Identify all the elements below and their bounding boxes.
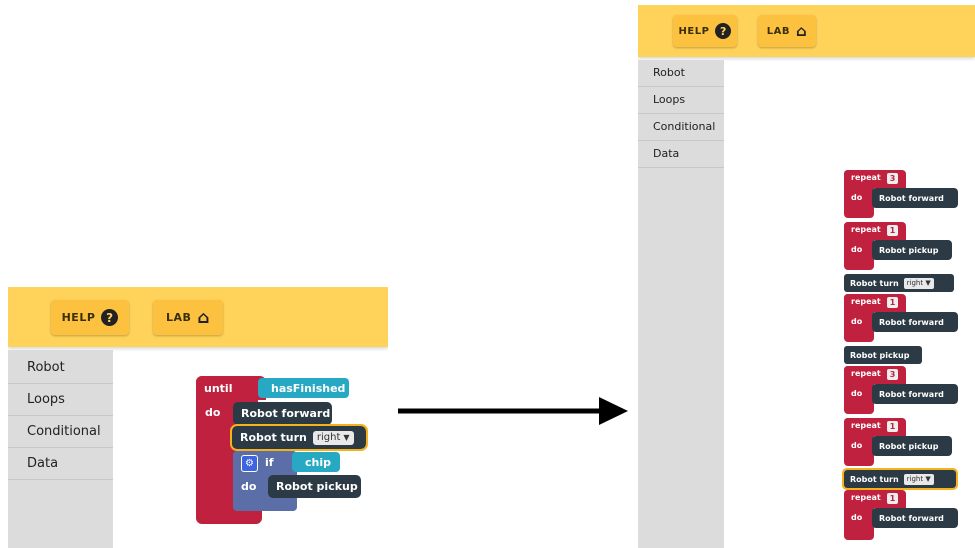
robot-turn-block[interactable]: Robot turn right ▼ <box>842 468 958 490</box>
do-label: do <box>851 513 863 522</box>
repeat-label: repeat <box>851 493 881 502</box>
sidebar-item-loops[interactable]: Loops <box>8 384 113 416</box>
help-button[interactable]: HELP ? <box>51 300 129 335</box>
robot-forward-block[interactable]: Robot forward <box>872 384 958 404</box>
block-label: Robot forward <box>241 407 331 420</box>
repeat-label: repeat <box>851 421 881 430</box>
do-label: do <box>205 406 221 419</box>
repeat-count-field[interactable]: 3 <box>887 369 898 380</box>
question-icon: ? <box>715 23 732 39</box>
chip-condition[interactable]: chip <box>292 452 340 472</box>
help-label: HELP <box>61 311 96 324</box>
sidebar-item-label: Robot <box>27 360 65 375</box>
robot-pickup-block[interactable]: Robot pickup <box>844 346 922 364</box>
robot-forward-block[interactable]: Robot forward <box>872 188 958 208</box>
do-label: do <box>851 389 863 398</box>
sidebar-item-data[interactable]: Data <box>638 141 724 168</box>
repeat-count-field[interactable]: 1 <box>887 421 898 432</box>
sidebar-item-label: Data <box>27 456 59 471</box>
robot-forward-block[interactable]: Robot forward <box>872 508 958 528</box>
sidebar-item-conditional[interactable]: Conditional <box>638 114 724 141</box>
condition-label: hasFinished <box>271 381 346 395</box>
robot-turn-block[interactable]: Robot turn right ▼ <box>230 424 368 451</box>
robot-turn-block[interactable]: Robot turn right ▼ <box>844 274 954 292</box>
block-label: Robot pickup <box>276 480 358 493</box>
sidebar-item-label: Data <box>653 147 680 160</box>
if-do-label: do <box>241 480 257 493</box>
sidebar-item-robot[interactable]: Robot <box>638 60 724 87</box>
repeat-count-field[interactable]: 1 <box>887 297 898 308</box>
transform-arrow-icon <box>398 397 628 425</box>
block-label: Robot turn <box>850 474 899 484</box>
home-icon: ⌂ <box>197 307 211 328</box>
robot-pickup-block[interactable]: Robot pickup <box>268 475 361 498</box>
repeat-count-field[interactable]: 3 <box>887 173 898 184</box>
repeat-loop-footer <box>844 532 874 540</box>
do-label: do <box>851 317 863 326</box>
until-loop-footer <box>196 510 262 524</box>
robot-pickup-block[interactable]: Robot pickup <box>872 240 952 260</box>
chevron-down-icon: ▼ <box>343 433 350 442</box>
direction-dropdown[interactable]: right ▼ <box>312 430 354 445</box>
gear-icon[interactable]: ⚙ <box>241 455 258 472</box>
lab-label: LAB <box>766 25 790 37</box>
sidebar-item-data[interactable]: Data <box>8 448 113 480</box>
robot-forward-block[interactable]: Robot forward <box>872 312 958 332</box>
dropdown-value: right <box>316 432 341 443</box>
sidebar-item-label: Conditional <box>653 120 716 133</box>
sidebar-item-loops[interactable]: Loops <box>638 87 724 114</box>
top-toolbar: HELP ? LAB ⌂ <box>638 5 975 57</box>
if-label: if <box>265 456 274 469</box>
do-label: do <box>851 193 863 202</box>
robot-pickup-block[interactable]: Robot pickup <box>872 436 952 456</box>
block-label: Robot turn <box>850 278 899 288</box>
sidebar-item-label: Loops <box>653 93 686 106</box>
top-toolbar: HELP ? LAB ⌂ <box>8 287 388 347</box>
repeat-label: repeat <box>851 225 881 234</box>
lab-label: LAB <box>165 311 192 324</box>
help-button[interactable]: HELP ? <box>673 15 737 47</box>
lab-button[interactable]: LAB ⌂ <box>153 300 223 335</box>
condition-label: chip <box>305 455 331 469</box>
do-label: do <box>851 245 863 254</box>
sidebar-item-label: Robot <box>653 66 685 79</box>
left-sidebar-items: Robot Loops Conditional Data <box>8 352 113 480</box>
sidebar-item-robot[interactable]: Robot <box>8 352 113 384</box>
direction-dropdown[interactable]: right ▼ <box>903 473 934 485</box>
category-sidebar: Robot Loops Conditional Data <box>638 60 724 548</box>
repeat-label: repeat <box>851 369 881 378</box>
sidebar-item-label: Conditional <box>27 424 101 439</box>
question-icon: ? <box>101 309 119 326</box>
until-label: until <box>204 382 233 395</box>
lab-button[interactable]: LAB ⌂ <box>758 15 816 47</box>
home-icon: ⌂ <box>795 22 808 40</box>
repeat-count-field[interactable]: 1 <box>887 225 898 236</box>
repeat-count-field[interactable]: 1 <box>887 493 898 504</box>
repeat-label: repeat <box>851 173 881 182</box>
block-label: Robot turn <box>240 431 307 444</box>
do-label: do <box>851 441 863 450</box>
repeat-label: repeat <box>851 297 881 306</box>
help-label: HELP <box>678 25 710 37</box>
robot-forward-block[interactable]: Robot forward <box>233 402 332 425</box>
direction-dropdown[interactable]: right ▼ <box>903 277 934 289</box>
sidebar-item-label: Loops <box>27 392 65 407</box>
sidebar-item-conditional[interactable]: Conditional <box>8 416 113 448</box>
has-finished-condition[interactable]: hasFinished <box>258 378 349 398</box>
